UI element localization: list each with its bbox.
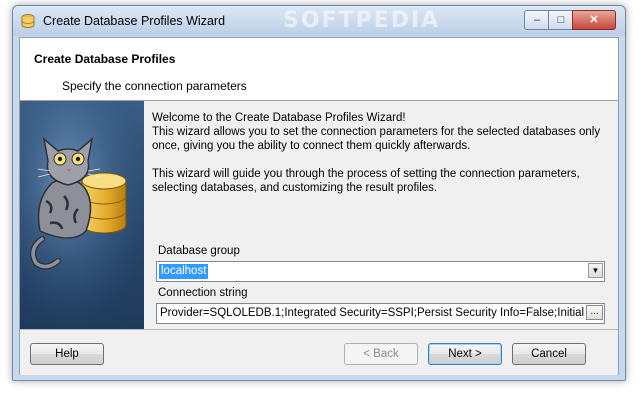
- connection-string-label: Connection string: [158, 287, 248, 299]
- title-bar[interactable]: Create Database Profiles Wizard SOFTPEDI…: [13, 6, 625, 36]
- intro-paragraph-1: Welcome to the Create Database Profiles …: [152, 112, 601, 152]
- page-subtitle: Specify the connection parameters: [62, 79, 247, 93]
- window-title: Create Database Profiles Wizard: [43, 14, 226, 28]
- wizard-header: Create Database Profiles Specify the con…: [20, 38, 618, 101]
- wizard-client-area: Create Database Profiles Specify the con…: [19, 37, 619, 375]
- database-group-selected-value: localhost: [159, 264, 209, 279]
- intro-paragraph-2: This wizard will guide you through the p…: [152, 168, 580, 194]
- wizard-side-banner: [20, 101, 144, 329]
- close-button[interactable]: ✕: [572, 10, 616, 30]
- cancel-button[interactable]: Cancel: [512, 343, 586, 365]
- cat-database-illustration: [20, 101, 144, 329]
- help-button[interactable]: Help: [30, 343, 104, 365]
- database-group-label: Database group: [158, 245, 240, 257]
- back-button[interactable]: < Back: [344, 343, 418, 365]
- connection-string-value: Provider=SQLOLEDB.1;Integrated Security=…: [160, 307, 584, 319]
- minimize-button[interactable]: –: [524, 10, 550, 30]
- database-group-dropdown[interactable]: localhost ▼: [156, 261, 605, 282]
- browse-connection-button[interactable]: ...: [586, 305, 603, 320]
- dropdown-arrow-icon[interactable]: ▼: [588, 263, 603, 278]
- wizard-window: Create Database Profiles Wizard SOFTPEDI…: [12, 5, 626, 381]
- connection-string-field[interactable]: Provider=SQLOLEDB.1;Integrated Security=…: [156, 303, 605, 324]
- softpedia-watermark: SOFTPEDIA: [283, 8, 441, 33]
- maximize-button[interactable]: □: [548, 10, 574, 30]
- wizard-content: Welcome to the Create Database Profiles …: [144, 101, 618, 329]
- database-wizard-icon: [21, 14, 35, 28]
- page-title: Create Database Profiles: [34, 52, 176, 66]
- wizard-footer: Help < Back Next > Cancel: [20, 329, 618, 375]
- next-button[interactable]: Next >: [428, 343, 502, 365]
